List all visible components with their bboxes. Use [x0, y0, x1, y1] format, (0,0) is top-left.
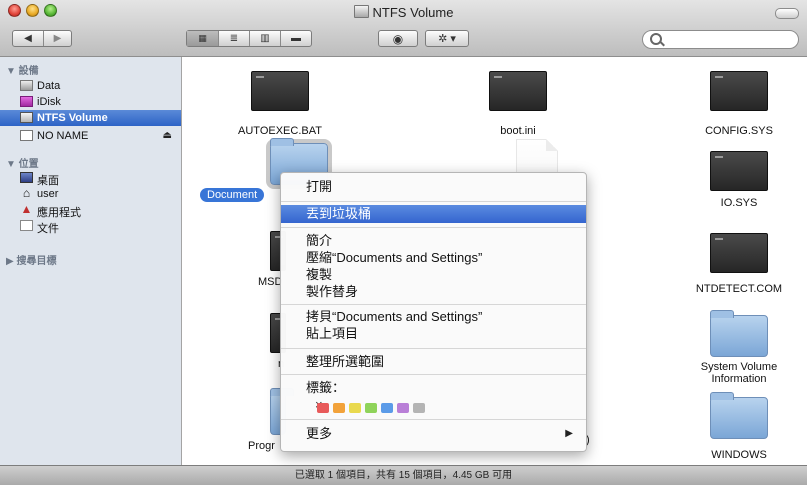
- sidebar: ▼ 設備 Data iDisk NTFS Volume NO NAME ⏏ ▼ …: [0, 57, 182, 465]
- action-menu-button[interactable]: ✲ ▾: [425, 30, 469, 47]
- search-icon: [650, 33, 662, 45]
- menu-separator: [281, 201, 586, 202]
- back-button[interactable]: ◀: [13, 31, 43, 46]
- window-title: NTFS Volume: [0, 5, 807, 20]
- sidebar-item-ntfs-volume[interactable]: NTFS Volume: [0, 110, 181, 126]
- label-gray-swatch[interactable]: [413, 403, 425, 413]
- document-icon: [710, 151, 768, 191]
- sidebar-item-idisk[interactable]: iDisk: [0, 94, 181, 110]
- menu-separator: [281, 227, 586, 228]
- documents-icon: [20, 220, 33, 231]
- document-icon: [489, 71, 547, 111]
- sidebar-item-user[interactable]: ⌂ user: [0, 186, 181, 202]
- menu-separator: [281, 374, 586, 375]
- sidebar-section-devices[interactable]: ▼ 設備: [6, 62, 39, 77]
- search-input[interactable]: [642, 30, 799, 49]
- menu-item-move-to-trash[interactable]: 丟到垃圾桶: [281, 205, 586, 223]
- menu-item-get-info[interactable]: 簡介: [281, 232, 586, 250]
- status-bar: 已選取 1 個項目，共有 15 個項目，4.45 GB 可用: [0, 465, 807, 485]
- gear-icon: ✲ ▾: [438, 33, 456, 45]
- sidebar-item-no-name[interactable]: NO NAME ⏏: [0, 128, 181, 144]
- file-item[interactable]: IO.SYS: [679, 151, 799, 209]
- menu-item-open[interactable]: 打開: [281, 178, 586, 196]
- sidebar-item-data[interactable]: Data: [0, 78, 181, 94]
- folder-icon: [710, 310, 768, 357]
- title-toolbar: NTFS Volume ◀ ▶ ▦ ≣ ▥ ▬ ◉ ✲ ▾: [0, 0, 807, 57]
- eye-icon: ◉: [392, 31, 404, 46]
- sidebar-section-places[interactable]: ▼ 位置: [6, 155, 39, 170]
- view-icon-columns[interactable]: ▥: [249, 31, 280, 46]
- sidebar-section-search[interactable]: ▶ 搜尋目標: [6, 252, 56, 267]
- menu-item-compress[interactable]: 壓縮“Documents and Settings”: [281, 249, 586, 267]
- view-mode-control: ▦ ≣ ▥ ▬: [186, 30, 312, 47]
- folder-icon: [710, 392, 768, 439]
- document-icon: [710, 71, 768, 111]
- label-purple-swatch[interactable]: [397, 403, 409, 413]
- quicklook-button[interactable]: ◉: [378, 30, 418, 47]
- menu-item-more[interactable]: 更多 ▶: [281, 425, 586, 443]
- file-item[interactable]: boot.ini: [458, 71, 578, 137]
- file-item[interactable]: CONFIG.SYS: [679, 71, 799, 137]
- label-green-swatch[interactable]: [365, 403, 377, 413]
- forward-button[interactable]: ▶: [43, 31, 71, 46]
- menu-separator: [281, 348, 586, 349]
- drive-icon: [20, 80, 33, 91]
- menu-item-copy[interactable]: 拷貝“Documents and Settings”: [281, 308, 586, 326]
- file-item[interactable]: AUTOEXEC.BAT: [220, 71, 340, 137]
- menu-label-heading: 標籤：: [306, 380, 346, 395]
- sidebar-item-applications[interactable]: ▲ 應用程式: [0, 202, 181, 219]
- view-icon-coverflow[interactable]: ▬: [280, 31, 311, 46]
- label-orange-swatch[interactable]: [333, 403, 345, 413]
- label-color-swatches: [317, 403, 425, 413]
- drive-icon: [353, 5, 369, 18]
- document-icon: [710, 233, 768, 273]
- menu-item-duplicate[interactable]: 複製: [281, 266, 586, 284]
- idisk-icon: [20, 96, 33, 107]
- label-yellow-swatch[interactable]: [349, 403, 361, 413]
- file-item[interactable]: System Volume Information: [679, 310, 799, 385]
- view-icon-list[interactable]: ≣: [218, 31, 249, 46]
- finder-window: NTFS Volume ◀ ▶ ▦ ≣ ▥ ▬ ◉ ✲ ▾ ▼ 設備 Data …: [0, 0, 807, 485]
- eject-icon[interactable]: ⏏: [163, 130, 172, 141]
- drive-icon: [20, 130, 33, 141]
- menu-item-make-alias[interactable]: 製作替身: [281, 283, 586, 301]
- context-menu: 打開 丟到垃圾桶 簡介 壓縮“Documents and Settings” 複…: [280, 172, 587, 452]
- applications-icon: ▲: [20, 202, 33, 216]
- submenu-arrow-icon: ▶: [565, 428, 573, 439]
- toolbar-toggle-button[interactable]: [775, 8, 799, 19]
- view-icon-grid[interactable]: ▦: [187, 31, 218, 46]
- home-icon: ⌂: [22, 186, 31, 200]
- menu-item-clean-up[interactable]: 整理所選範圍: [281, 353, 586, 371]
- desktop-icon: [20, 172, 33, 183]
- label-red-swatch[interactable]: [317, 403, 329, 413]
- menu-item-paste[interactable]: 貼上項目: [281, 325, 586, 343]
- file-item[interactable]: WINDOWS: [679, 392, 799, 461]
- sidebar-item-documents[interactable]: 文件: [0, 218, 181, 235]
- back-forward-control: ◀ ▶: [12, 30, 72, 47]
- label-blue-swatch[interactable]: [381, 403, 393, 413]
- menu-separator: [281, 304, 586, 305]
- document-icon: [251, 71, 309, 111]
- sidebar-item-desktop[interactable]: 桌面: [0, 170, 181, 187]
- file-item[interactable]: NTDETECT.COM: [679, 233, 799, 295]
- drive-icon: [20, 112, 33, 123]
- menu-separator: [281, 419, 586, 420]
